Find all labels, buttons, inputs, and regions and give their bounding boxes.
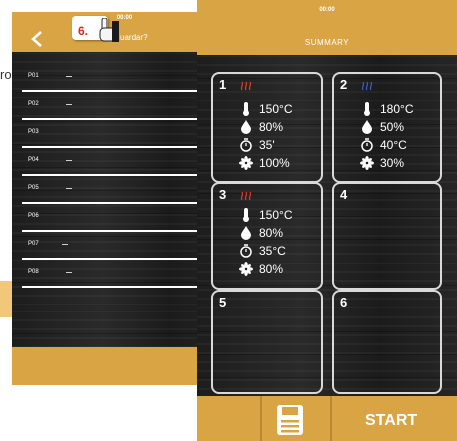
temperature-value: 150°C: [259, 208, 293, 222]
fan-value: 100%: [259, 156, 290, 170]
program-label: P05: [28, 185, 39, 191]
summary-clock: 00:00: [319, 7, 335, 13]
program-label: P08: [28, 269, 39, 275]
phase-3-card[interactable]: 3 150°C 80% 35°C 80%: [211, 182, 323, 290]
timer-icon: [240, 244, 252, 258]
temperature-value: 150°C: [259, 102, 293, 116]
program-empty-value: [66, 160, 72, 161]
program-empty-value: [66, 272, 72, 273]
phase-4-card[interactable]: 4: [332, 182, 442, 290]
left-title: uardar?: [120, 33, 148, 42]
floppy-disk-icon[interactable]: [276, 404, 304, 436]
summary-header: 00:00 SUMMARY: [197, 0, 457, 55]
footer-divider: [330, 396, 332, 441]
start-button[interactable]: START: [365, 412, 417, 430]
phase-5-card[interactable]: 5: [211, 290, 323, 394]
timer-icon: [240, 138, 252, 152]
steam-mode-icon: [361, 81, 373, 91]
program-empty-value: [66, 76, 72, 77]
fan-value: 30%: [380, 156, 405, 170]
phase-number: 1: [219, 77, 227, 92]
phase-number: 6: [340, 295, 348, 310]
phase-2-card[interactable]: 2 180°C 50% 40°C 30%: [332, 72, 442, 183]
program-label: P03: [28, 129, 39, 135]
timer-icon: [361, 138, 373, 152]
temperature-value: 180°C: [380, 102, 414, 116]
phase-number: 2: [340, 77, 348, 92]
humidity-value: 50%: [380, 120, 405, 134]
fan-icon: [239, 262, 253, 276]
thermometer-icon: [243, 102, 249, 116]
thermometer-icon: [364, 102, 370, 116]
program-empty-value: [66, 188, 72, 189]
humidity-value: 80%: [259, 120, 284, 134]
pointing-hand-icon: [99, 18, 119, 42]
summary-title: SUMMARY: [304, 38, 350, 47]
phase-number: 3: [219, 187, 227, 202]
phase-grid: 1 150°C 80% 35' 100% 2 180°C 50% 40°C 30…: [197, 55, 457, 396]
time-value: 35°C: [259, 244, 286, 258]
phase-number: 4: [340, 187, 348, 202]
water-drop-icon: [362, 120, 372, 134]
back-arrow-icon[interactable]: [28, 29, 48, 49]
phase-6-card[interactable]: 6: [332, 290, 442, 394]
program-label: P06: [28, 213, 39, 219]
footer-divider: [260, 396, 262, 441]
side-accent-bar: [0, 281, 12, 317]
program-label: P04: [28, 157, 39, 163]
water-drop-icon: [241, 226, 251, 240]
program-label: P01: [28, 73, 39, 79]
cropped-text: ro: [0, 67, 12, 82]
heat-mode-icon: [240, 81, 252, 91]
phase-number: 5: [219, 295, 227, 310]
summary-screen: 00:00 SUMMARY 1 150°C 80% 35' 100% 2 180…: [197, 0, 457, 441]
fan-icon: [360, 156, 374, 170]
program-empty-value: [66, 104, 72, 105]
program-empty-value: [62, 244, 68, 245]
fan-icon: [239, 156, 253, 170]
time-value: 40°C: [380, 138, 407, 152]
step-number-label: 6.: [78, 24, 89, 38]
fan-value: 80%: [259, 262, 284, 276]
program-label: P07: [28, 241, 39, 247]
program-label: P02: [28, 101, 39, 107]
water-drop-icon: [241, 120, 251, 134]
heat-mode-icon: [240, 191, 252, 201]
time-value: 35': [259, 138, 275, 152]
summary-footer: START: [197, 396, 457, 441]
thermometer-icon: [243, 208, 249, 222]
phase-1-card[interactable]: 1 150°C 80% 35' 100%: [211, 72, 323, 183]
humidity-value: 80%: [259, 226, 284, 240]
